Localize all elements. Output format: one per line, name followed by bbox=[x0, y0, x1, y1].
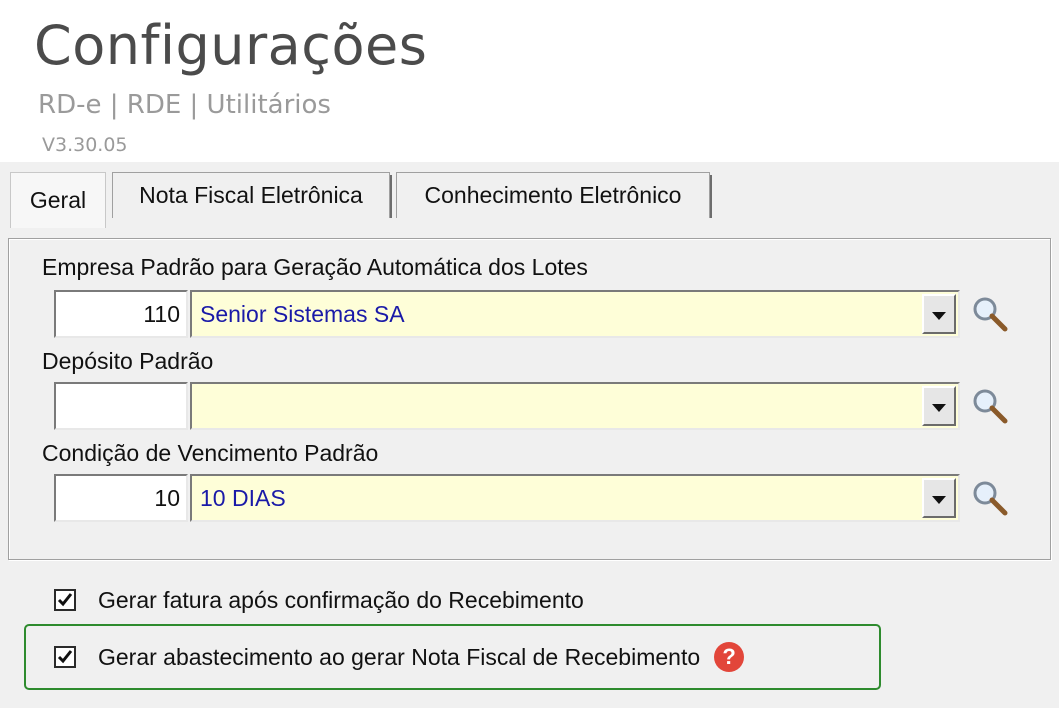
version-label: V3.30.05 bbox=[42, 134, 128, 156]
breadcrumb: RD-e | RDE | Utilitários bbox=[38, 90, 331, 120]
search-icon[interactable] bbox=[970, 386, 1010, 426]
page-title: Configurações bbox=[34, 14, 428, 77]
search-icon[interactable] bbox=[970, 294, 1010, 334]
empresa-label: Empresa Padrão para Geração Automática d… bbox=[42, 254, 588, 280]
checkmark-icon bbox=[57, 593, 73, 607]
header: Configurações RD-e | RDE | Utilitários V… bbox=[0, 0, 1059, 162]
gerar-abastecimento-checkbox[interactable] bbox=[54, 646, 76, 668]
empresa-select-value: Senior Sistemas SA bbox=[200, 301, 405, 327]
condicao-select-value: 10 DIAS bbox=[200, 485, 286, 511]
condicao-label: Condição de Vencimento Padrão bbox=[42, 440, 379, 466]
condicao-select[interactable]: 10 DIAS bbox=[190, 474, 960, 522]
tab-conhecimento-eletronico[interactable]: Conhecimento Eletrônico bbox=[396, 172, 712, 218]
checkmark-icon bbox=[57, 650, 73, 664]
empresa-code-input[interactable]: 110 bbox=[54, 290, 188, 338]
tab-label: Geral bbox=[29, 187, 87, 213]
gerar-fatura-checkbox[interactable] bbox=[54, 589, 76, 611]
condicao-code-input[interactable]: 10 bbox=[54, 474, 188, 522]
tab-label: Conhecimento Eletrônico bbox=[424, 182, 682, 208]
chevron-down-icon[interactable] bbox=[922, 386, 956, 426]
search-icon[interactable] bbox=[970, 478, 1010, 518]
tab-strip: Geral Nota Fiscal Eletrônica Conheciment… bbox=[0, 162, 1059, 228]
gerar-abastecimento-option[interactable]: Gerar abastecimento ao gerar Nota Fiscal… bbox=[54, 642, 745, 672]
tab-nota-fiscal-eletronica[interactable]: Nota Fiscal Eletrônica bbox=[112, 172, 392, 218]
empresa-select[interactable]: Senior Sistemas SA bbox=[190, 290, 960, 338]
deposito-select[interactable] bbox=[190, 382, 960, 430]
help-icon[interactable]: ? bbox=[714, 642, 745, 672]
deposito-label: Depósito Padrão bbox=[42, 348, 214, 374]
tab-label: Nota Fiscal Eletrônica bbox=[139, 182, 363, 208]
chevron-down-icon[interactable] bbox=[922, 478, 956, 518]
tab-geral[interactable]: Geral bbox=[10, 172, 106, 228]
gerar-abastecimento-label: Gerar abastecimento ao gerar Nota Fiscal… bbox=[98, 643, 701, 670]
gerar-fatura-label: Gerar fatura após confirmação do Recebim… bbox=[98, 586, 584, 613]
deposito-code-input[interactable] bbox=[54, 382, 188, 430]
gerar-fatura-option[interactable]: Gerar fatura após confirmação do Recebim… bbox=[54, 585, 584, 615]
chevron-down-icon[interactable] bbox=[922, 294, 956, 334]
